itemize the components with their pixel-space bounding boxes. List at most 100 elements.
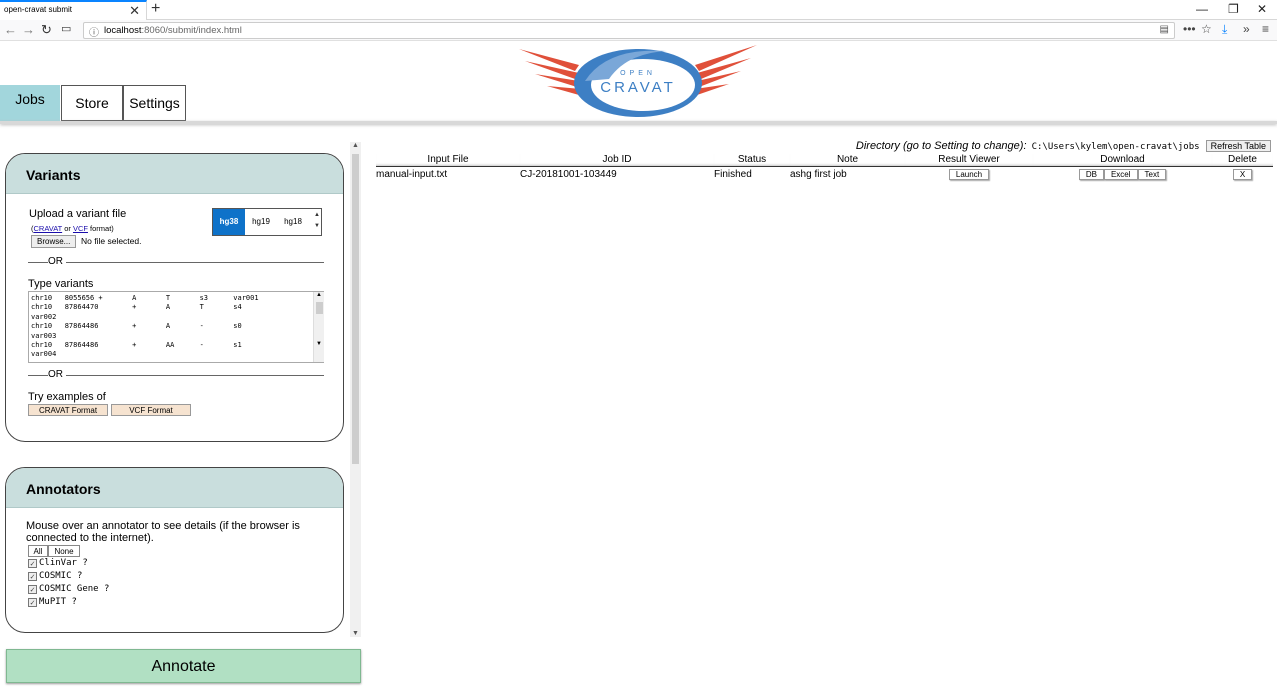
browse-button[interactable]: Browse...	[31, 235, 77, 248]
jobs-header-row: Input File Job ID Status Note Result Vie…	[376, 154, 1273, 167]
directory-line: Directory (go to Setting to change): C:\…	[856, 140, 1271, 154]
reader-view-icon[interactable]: ▤	[1160, 24, 1169, 35]
cell-job-id: CJ-20181001-103449	[520, 168, 617, 180]
format-or: or	[62, 224, 73, 233]
cell-note: ashg first job	[790, 168, 847, 180]
vcf-format-link[interactable]: VCF	[73, 224, 88, 233]
genome-option-hg19[interactable]: hg19	[245, 209, 277, 235]
or-divider: OR	[28, 256, 325, 268]
tab-title: open-cravat submit	[4, 5, 73, 14]
col-note: Note	[790, 154, 905, 167]
examples-label: Try examples of	[28, 391, 106, 403]
tab-close-icon[interactable]: ✕	[129, 3, 140, 19]
new-tab-icon[interactable]: +	[151, 0, 160, 18]
checkbox-cosmic-gene[interactable]: ✓	[28, 585, 37, 594]
info-icon[interactable]: ⓘ	[89, 24, 99, 39]
cell-delete: X	[1212, 166, 1273, 180]
genome-spin-icon[interactable]: ▲ ▼	[314, 210, 320, 232]
scroll-up-icon[interactable]: ▲	[316, 292, 322, 298]
annotators-title: Annotators	[6, 468, 343, 508]
download-excel-button[interactable]: Excel	[1103, 168, 1138, 180]
help-icon[interactable]: ?	[72, 597, 77, 607]
upload-format-hint: (CRAVAT or VCF format)	[31, 224, 114, 233]
cravat-format-link[interactable]: CRAVAT	[34, 224, 63, 233]
or-divider-2: OR	[28, 369, 325, 381]
annotator-cosmic[interactable]: ✓ COSMIC ?	[28, 571, 82, 581]
textarea-scrollbar[interactable]: ▲ ▼	[313, 292, 324, 362]
window-close-icon[interactable]: ✕	[1257, 2, 1267, 16]
star-icon[interactable]: ☆	[1201, 22, 1212, 36]
scroll-thumb[interactable]	[316, 302, 323, 314]
checkbox-clinvar[interactable]: ✓	[28, 559, 37, 568]
delete-job-button[interactable]: X	[1232, 168, 1253, 180]
download-icon[interactable]: ⤓	[1222, 22, 1227, 37]
annotator-cosmic-gene[interactable]: ✓ COSMIC Gene ?	[28, 584, 109, 594]
chevron-right-double-icon[interactable]: »	[1243, 22, 1250, 36]
variants-title: Variants	[6, 154, 343, 194]
launch-button[interactable]: Launch	[948, 168, 990, 180]
annotator-clinvar[interactable]: ✓ ClinVar ?	[28, 558, 88, 568]
sidebar-icon[interactable]: ▭	[61, 22, 71, 35]
reload-icon[interactable]: ↻	[41, 22, 52, 38]
cell-download: DB Excel Text	[1033, 166, 1212, 180]
directory-path: C:\Users\kylem\open-cravat\jobs	[1031, 142, 1200, 152]
format-suffix: format)	[87, 224, 114, 233]
scroll-down-icon[interactable]: ▼	[316, 341, 322, 347]
refresh-table-button[interactable]: Refresh Table	[1205, 140, 1271, 152]
download-text-button[interactable]: Text	[1137, 168, 1167, 180]
genome-option-hg18[interactable]: hg18	[277, 209, 309, 235]
select-none-button[interactable]: None	[48, 545, 80, 557]
type-variants-label: Type variants	[28, 278, 94, 290]
checkbox-mupit[interactable]: ✓	[28, 598, 37, 607]
directory-label: Directory (go to Setting to change):	[855, 140, 1027, 152]
col-download: Download	[1033, 154, 1212, 167]
or-line-left-2	[28, 375, 48, 376]
cell-result-viewer: Launch	[905, 166, 1033, 180]
browser-tab[interactable]: open-cravat submit ✕	[0, 0, 147, 20]
annotators-hint: Mouse over an annotator to see details (…	[26, 520, 300, 544]
tab-jobs[interactable]: Jobs	[0, 85, 60, 121]
logo-open-text: OPEN	[620, 70, 656, 77]
minimize-icon[interactable]: —	[1196, 2, 1208, 16]
url-host: localhost	[104, 25, 142, 36]
download-db-button[interactable]: DB	[1078, 168, 1104, 180]
no-file-text: No file selected.	[81, 236, 142, 246]
annotate-button[interactable]: Annotate	[6, 649, 361, 683]
url-bar[interactable]: ⓘ localhost:8060/submit/index.html ▤	[83, 22, 1175, 39]
arrow-right-icon[interactable]: →	[22, 22, 35, 37]
col-status: Status	[714, 154, 790, 167]
tab-settings[interactable]: Settings	[123, 85, 186, 121]
checkbox-cosmic[interactable]: ✓	[28, 572, 37, 581]
hamburger-menu-icon[interactable]: ≡	[1262, 22, 1269, 36]
cell-input-file: manual-input.txt	[376, 168, 448, 180]
help-icon[interactable]: ?	[104, 584, 109, 594]
url-text: localhost:8060/submit/index.html	[104, 25, 242, 36]
variants-textarea[interactable]: chr10 8055656 + A T s3 var001 chr10 8786…	[28, 291, 324, 363]
jobs-table: Input File Job ID Status Note Result Vie…	[376, 154, 1273, 180]
variants-card: Variants Upload a variant file (CRAVAT o…	[5, 153, 344, 442]
genome-option-hg38[interactable]: hg38	[213, 209, 245, 235]
scroll-down-icon[interactable]: ▼	[352, 630, 359, 637]
annotators-card: Annotators Mouse over an annotator to se…	[5, 467, 344, 633]
example-cravat-button[interactable]: CRAVAT Format	[28, 404, 108, 416]
tab-store[interactable]: Store	[61, 85, 123, 121]
or-text: OR	[48, 256, 63, 267]
help-icon[interactable]: ?	[77, 571, 82, 581]
col-result-viewer: Result Viewer	[905, 154, 1033, 167]
header-divider	[0, 121, 1277, 124]
or-line-left	[28, 262, 48, 263]
scroll-thumb[interactable]	[352, 154, 359, 464]
open-cravat-logo: OPEN CRAVAT	[517, 41, 759, 119]
scroll-up-icon[interactable]: ▲	[352, 142, 359, 149]
select-all-button[interactable]: All	[28, 545, 48, 557]
genome-select[interactable]: hg38 hg19 hg18 ▲ ▼	[212, 208, 322, 236]
annotator-name: ClinVar	[39, 558, 77, 568]
arrow-left-icon[interactable]: ←	[4, 22, 17, 37]
help-icon[interactable]: ?	[82, 558, 87, 568]
left-panel-scrollbar[interactable]: ▲ ▼	[350, 142, 361, 637]
example-vcf-button[interactable]: VCF Format	[111, 404, 191, 416]
col-delete: Delete	[1212, 154, 1273, 167]
annotator-mupit[interactable]: ✓ MuPIT ?	[28, 597, 77, 607]
more-icon[interactable]: •••	[1183, 22, 1196, 36]
restore-icon[interactable]: ❐	[1228, 2, 1239, 16]
